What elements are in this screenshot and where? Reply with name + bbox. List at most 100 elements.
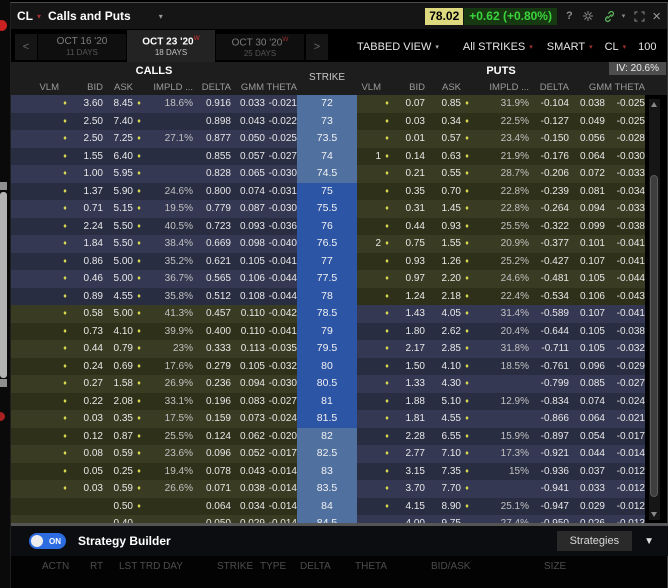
expiration-tab[interactable]: OCT 23 '20W 18 DAYS	[127, 30, 215, 62]
close-icon[interactable]: ×	[652, 8, 661, 25]
call-bid-cell[interactable]: 2.50	[71, 130, 103, 148]
expiration-tab[interactable]: OCT 16 '20 11 DAYS	[38, 34, 126, 60]
put-bid-cell[interactable]: 0.31	[393, 200, 425, 218]
collapse-panel-icon[interactable]: ▼	[644, 536, 654, 547]
call-bid-cell[interactable]: 0.89	[71, 288, 103, 306]
call-ask-cell[interactable]: 8.45	[103, 95, 133, 113]
call-bid-cell[interactable]: 0.08	[71, 445, 103, 463]
put-bid-cell[interactable]: 4.00	[393, 515, 425, 523]
routing-caret-icon[interactable]: ▾	[589, 43, 593, 51]
option-row[interactable]: ♦ 1.55 6.40 ♦ 0.855 0.057 -0.027 74 1 ♦ 0.14 0.63 ♦ 2…	[11, 147, 667, 166]
put-bid-cell[interactable]: 1.88	[393, 393, 425, 411]
call-ask-cell[interactable]: 0.87	[103, 428, 133, 446]
call-ask-cell[interactable]: 0.50	[103, 498, 133, 516]
call-bid-cell[interactable]: 0.22	[71, 393, 103, 411]
put-bid-cell[interactable]: 0.07	[393, 95, 425, 113]
chevron-down-icon[interactable]: ▾	[622, 12, 626, 20]
put-ask-cell[interactable]: 4.10	[425, 358, 461, 376]
routing-dropdown[interactable]: SMART	[547, 41, 585, 53]
put-ask-cell[interactable]: 0.85	[425, 95, 461, 113]
put-ask-cell[interactable]: 1.26	[425, 253, 461, 271]
put-ask-cell[interactable]: 6.55	[425, 428, 461, 446]
strikes-filter-dropdown[interactable]: All STRIKES	[463, 41, 525, 53]
call-ask-cell[interactable]: 7.40	[103, 113, 133, 131]
strategy-builder-toggle[interactable]: ON	[29, 533, 66, 549]
option-row[interactable]: ♦ 2.50 7.25 ♦ 27.1% 0.877 0.050 -0.025 73.5 ♦ 0.01…	[11, 130, 667, 148]
put-bid-cell[interactable]: 2.77	[393, 445, 425, 463]
help-icon[interactable]: ?	[566, 10, 573, 22]
call-ask-cell[interactable]: 0.59	[103, 445, 133, 463]
call-bid-cell[interactable]: 0.44	[71, 340, 103, 358]
put-ask-cell[interactable]: 7.35	[425, 463, 461, 481]
call-bid-cell[interactable]: 1.00	[71, 165, 103, 183]
put-bid-cell[interactable]: 0.03	[393, 113, 425, 131]
option-row[interactable]: ♦ 0.89 4.55 ♦ 35.8% 0.512 0.108 -0.044 78 ♦ 1.24 2.…	[11, 287, 667, 306]
next-expirations-button[interactable]: >	[306, 34, 328, 60]
call-ask-cell[interactable]: 6.40	[103, 148, 133, 166]
strategies-button[interactable]: Strategies	[556, 531, 633, 551]
put-ask-cell[interactable]: 0.34	[425, 113, 461, 131]
call-bid-cell[interactable]: 0.27	[71, 375, 103, 393]
option-row[interactable]: ♦ 1.00 5.95 ♦ 0.828 0.065 -0.030 74.5 ♦ 0.21 0.55 ♦…	[11, 165, 667, 183]
call-ask-cell[interactable]: 5.15	[103, 200, 133, 218]
put-bid-cell[interactable]: 0.01	[393, 130, 425, 148]
put-ask-cell[interactable]: 2.20	[425, 270, 461, 288]
call-ask-cell[interactable]: 5.50	[103, 218, 133, 236]
option-row[interactable]: ♦ 0.73 4.10 ♦ 39.9% 0.400 0.110 -0.041 79 ♦ 1.80 2.…	[11, 322, 667, 341]
put-ask-cell[interactable]: 0.93	[425, 218, 461, 236]
option-row[interactable]: ♦ 2.24 5.50 ♦ 40.5% 0.723 0.093 -0.036 76 ♦ 0.44 0.…	[11, 217, 667, 236]
call-ask-cell[interactable]: 0.25	[103, 463, 133, 481]
option-row[interactable]: ♦ 0.58 5.00 ♦ 41.3% 0.457 0.110 -0.042 78.5 ♦ 1.43…	[11, 305, 667, 323]
put-ask-cell[interactable]: 4.05	[425, 305, 461, 323]
call-ask-cell[interactable]: 7.25	[103, 130, 133, 148]
put-ask-cell[interactable]: 1.45	[425, 200, 461, 218]
put-bid-cell[interactable]: 3.70	[393, 480, 425, 498]
option-row[interactable]: ♦ 0.03 0.35 ♦ 17.5% 0.159 0.073 -0.024 81.5 ♦ 1.81…	[11, 410, 667, 428]
option-row[interactable]: ♦ 0.12 0.87 ♦ 25.5% 0.124 0.062 -0.020 82 ♦ 2.28 6.…	[11, 427, 667, 446]
maximize-icon[interactable]	[634, 11, 645, 22]
option-row[interactable]: ♦ 0.86 5.00 ♦ 35.2% 0.621 0.105 -0.041 77 ♦ 0.93 1.…	[11, 252, 667, 271]
call-bid-cell[interactable]	[71, 515, 103, 523]
call-bid-cell[interactable]: 3.60	[71, 95, 103, 113]
put-ask-cell[interactable]: 0.57	[425, 130, 461, 148]
put-bid-cell[interactable]: 1.50	[393, 358, 425, 376]
call-ask-cell[interactable]: 0.59	[103, 480, 133, 498]
call-ask-cell[interactable]: 5.95	[103, 165, 133, 183]
option-row[interactable]: 0.50 ♦ 0.064 0.034 -0.014 84 ♦ 4.15 8.90 ♦ 25.1% -0…	[11, 497, 667, 516]
scroll-up-icon[interactable]	[651, 102, 657, 107]
call-ask-cell[interactable]: 0.79	[103, 340, 133, 358]
put-bid-cell[interactable]: 1.81	[393, 410, 425, 428]
call-bid-cell[interactable]: 0.12	[71, 428, 103, 446]
exchange-dropdown[interactable]: CL	[605, 41, 619, 53]
put-ask-cell[interactable]: 9.75	[425, 515, 461, 523]
call-ask-cell[interactable]: 1.58	[103, 375, 133, 393]
call-bid-cell[interactable]: 0.24	[71, 358, 103, 376]
put-bid-cell[interactable]: 0.44	[393, 218, 425, 236]
put-ask-cell[interactable]: 2.62	[425, 323, 461, 341]
call-bid-cell[interactable]: 0.86	[71, 253, 103, 271]
call-bid-cell[interactable]: 2.50	[71, 113, 103, 131]
call-bid-cell[interactable]: 0.46	[71, 270, 103, 288]
put-bid-cell[interactable]: 0.35	[393, 183, 425, 201]
put-bid-cell[interactable]: 1.80	[393, 323, 425, 341]
exchange-caret-icon[interactable]: ▾	[623, 43, 627, 51]
call-ask-cell[interactable]: 4.10	[103, 323, 133, 341]
put-bid-cell[interactable]: 2.17	[393, 340, 425, 358]
put-bid-cell[interactable]: 0.97	[393, 270, 425, 288]
default-quantity-field[interactable]: 100	[638, 41, 656, 53]
option-row[interactable]: ♦ 0.24 0.69 ♦ 17.6% 0.279 0.105 -0.032 80 ♦ 1.50 4.…	[11, 357, 667, 376]
put-ask-cell[interactable]: 7.70	[425, 480, 461, 498]
call-bid-cell[interactable]: 2.24	[71, 218, 103, 236]
call-bid-cell[interactable]: 0.03	[71, 410, 103, 428]
call-ask-cell[interactable]: 5.00	[103, 305, 133, 323]
call-ask-cell[interactable]: 0.40	[103, 515, 133, 523]
put-ask-cell[interactable]: 1.55	[425, 235, 461, 253]
put-bid-cell[interactable]: 0.75	[393, 235, 425, 253]
view-mode-dropdown[interactable]: TABBED VIEW	[357, 41, 431, 53]
call-ask-cell[interactable]: 5.50	[103, 235, 133, 253]
call-bid-cell[interactable]: 0.73	[71, 323, 103, 341]
option-row[interactable]: ♦ 0.22 2.08 ♦ 33.1% 0.196 0.083 -0.027 81 ♦ 1.88 5.…	[11, 392, 667, 411]
put-bid-cell[interactable]: 1.24	[393, 288, 425, 306]
call-bid-cell[interactable]: 0.05	[71, 463, 103, 481]
put-bid-cell[interactable]: 2.28	[393, 428, 425, 446]
